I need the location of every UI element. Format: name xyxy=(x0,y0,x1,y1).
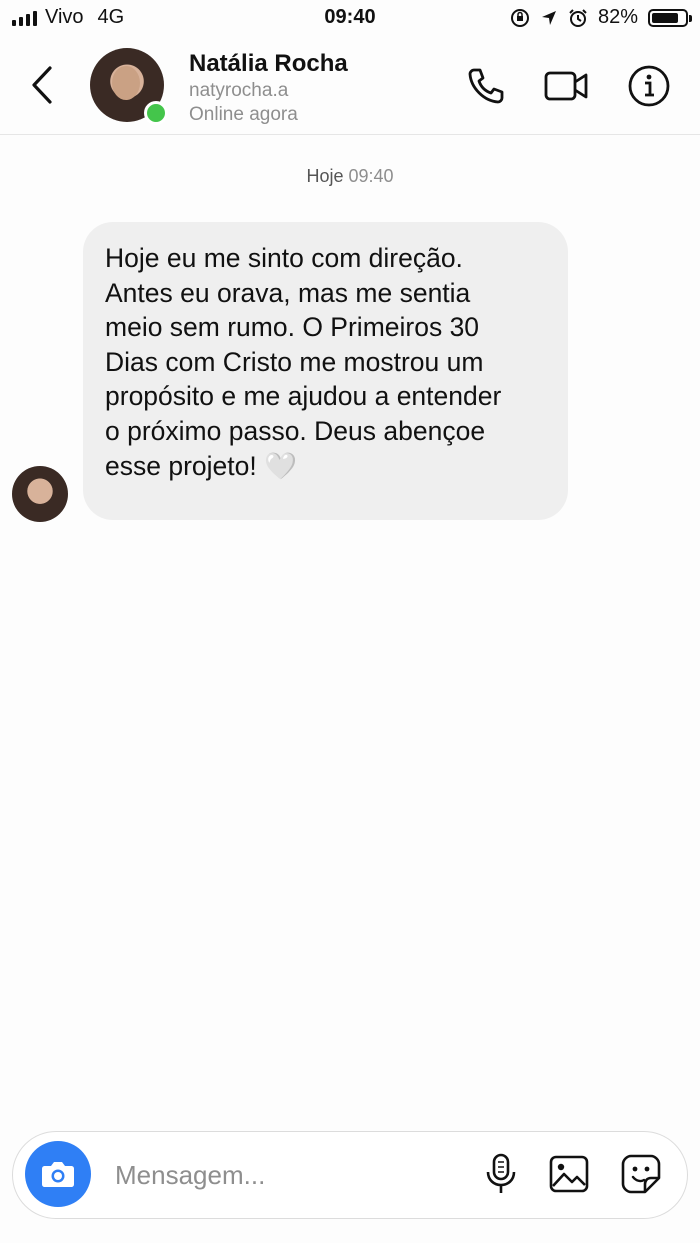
status-right: 82% xyxy=(510,6,692,29)
timestamp-time: 09:40 xyxy=(348,166,394,186)
online-indicator xyxy=(144,101,168,125)
message-bubble[interactable]: Hoje eu me sinto com direção. Antes eu o… xyxy=(83,222,568,520)
gallery-icon[interactable] xyxy=(547,1152,591,1196)
alarm-icon xyxy=(569,8,587,27)
contact-username: natyrocha.a xyxy=(189,80,289,101)
timestamp-day: Hoje xyxy=(306,166,344,186)
message-composer xyxy=(12,1131,688,1219)
back-icon[interactable] xyxy=(24,62,60,108)
sender-avatar[interactable] xyxy=(12,466,68,522)
location-icon xyxy=(541,10,556,25)
chat-header: Natália Rocha natyrocha.a Online agora xyxy=(0,36,700,135)
contact-name[interactable]: Natália Rocha xyxy=(189,50,348,78)
phone-icon[interactable] xyxy=(464,64,508,108)
message-input[interactable] xyxy=(113,1154,457,1196)
message-row: Hoje eu me sinto com direção. Antes eu o… xyxy=(0,222,700,522)
video-icon[interactable] xyxy=(544,64,588,108)
conversation-timestamp: Hoje 09:40 xyxy=(0,166,700,187)
info-icon[interactable] xyxy=(627,64,671,108)
camera-button[interactable] xyxy=(25,1141,91,1207)
microphone-icon[interactable] xyxy=(479,1152,523,1196)
sticker-icon[interactable] xyxy=(619,1152,663,1196)
status-bar: Vivo 4G 09:40 82% xyxy=(0,0,700,36)
battery-percent: 82% xyxy=(597,6,638,28)
battery-icon xyxy=(648,8,692,27)
contact-status: Online agora xyxy=(189,104,298,125)
camera-icon xyxy=(42,1162,74,1187)
orientation-lock-icon xyxy=(510,8,529,27)
